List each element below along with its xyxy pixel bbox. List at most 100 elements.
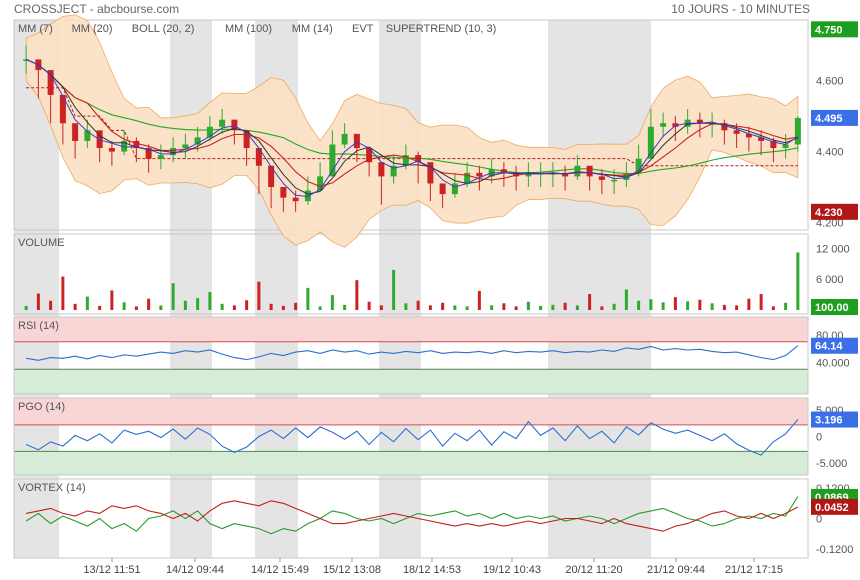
volume-bar — [453, 305, 457, 310]
volume-bar — [294, 302, 298, 310]
legend-item-3: MM (100) — [225, 23, 272, 35]
volume-bar — [563, 302, 567, 310]
y-tick-label: 0 — [816, 432, 822, 444]
session-shade — [379, 20, 421, 558]
volume-bar — [208, 292, 212, 310]
candle-body — [451, 183, 458, 195]
x-tick-label: 19/12 10:43 — [483, 564, 541, 576]
volume-bar — [343, 304, 347, 310]
legend-item-1: MM (20) — [72, 23, 113, 35]
volume-bar — [183, 300, 187, 310]
volume-bar — [36, 293, 40, 310]
volume-bar — [232, 305, 236, 310]
volume-bar — [134, 306, 138, 310]
rsi-overbought-zone — [14, 317, 808, 342]
volume-bar — [392, 269, 396, 310]
x-tick-label: 20/12 11:20 — [565, 564, 622, 576]
volume-badge: 100.00 — [815, 302, 849, 314]
candle-body — [108, 148, 115, 152]
candle-body — [439, 183, 446, 195]
session-shade — [548, 20, 590, 558]
volume-bar — [661, 302, 665, 310]
candle-body — [782, 144, 789, 149]
volume-bar — [722, 304, 726, 310]
y-tick-label: 0 — [816, 514, 822, 526]
candle-body — [329, 144, 336, 177]
volume-bar — [220, 303, 224, 310]
volume-bar — [171, 283, 175, 310]
pgo-lower-zone — [14, 451, 808, 475]
pgo-upper-zone — [14, 398, 808, 425]
volume-bar — [159, 305, 163, 310]
candle-body — [219, 119, 226, 127]
volume-bar — [747, 298, 751, 310]
volume-bar — [61, 276, 65, 310]
volume-bar — [269, 303, 273, 310]
candle-body — [72, 123, 79, 141]
candle-body — [660, 123, 667, 127]
volume-bar — [551, 304, 555, 310]
volume-bar — [24, 305, 28, 310]
volume-bar — [539, 305, 543, 310]
x-tick-label: 14/12 09:44 — [166, 564, 224, 576]
price-last-badge: 4.495 — [815, 113, 843, 125]
candle-body — [611, 179, 618, 182]
candle-body — [586, 165, 593, 177]
volume-bar — [502, 303, 506, 310]
volume-bar — [122, 302, 126, 310]
volume-bar — [673, 297, 677, 310]
candle-body — [464, 172, 471, 184]
volume-bar — [575, 305, 579, 310]
stock-chart: MM (7) MM (20) BOLL (20, 2) MM (100) MM (14)… — [13, 14, 858, 576]
candle-body — [353, 133, 360, 149]
legend-item-6: SUPERTREND (10, 3) — [386, 23, 496, 35]
volume-bar — [281, 305, 285, 310]
y-tick-label: 12 000 — [816, 243, 850, 255]
y-tick-label: 4.400 — [816, 147, 844, 159]
pgo-badge: 3.196 — [815, 415, 843, 427]
volume-bar — [624, 289, 628, 310]
volume-bar — [306, 287, 310, 310]
y-tick-label: 40.000 — [816, 357, 850, 369]
volume-bar — [637, 300, 641, 310]
volume-bar — [355, 280, 359, 310]
legend-item-4: MM (14) — [292, 23, 333, 35]
volume-bar — [735, 305, 739, 310]
volume-bar — [196, 298, 200, 310]
price-high-badge: 4.750 — [815, 24, 843, 36]
x-tick-label: 13/12 11:51 — [83, 564, 140, 576]
legend-item-0: MM (7) — [18, 23, 53, 35]
volume-bar — [257, 281, 261, 310]
y-tick-label: -0.1200 — [816, 544, 853, 556]
volume-bar — [245, 300, 249, 310]
y-tick-label: -5.000 — [816, 458, 847, 470]
x-tick-label: 18/12 14:53 — [403, 564, 461, 576]
candle-body — [378, 162, 385, 177]
pgo-label: PGO (14) — [18, 401, 65, 413]
price-legend: MM (7) MM (20) BOLL (20, 2) MM (100) MM (14)… — [18, 23, 496, 35]
volume-bar — [318, 306, 322, 310]
volume-bar — [477, 290, 481, 310]
candle-body — [733, 130, 740, 134]
volume-bar — [771, 306, 775, 310]
volume-bar — [428, 305, 432, 310]
volume-bar — [600, 306, 604, 310]
candle-body — [182, 144, 189, 149]
volume-bar — [686, 301, 690, 310]
candle-body — [280, 187, 287, 198]
volume-bar — [85, 296, 89, 310]
candle-body — [574, 165, 581, 177]
volume-label: VOLUME — [18, 237, 64, 249]
volume-bar — [526, 301, 530, 310]
candle-body — [292, 197, 299, 202]
volume-bar — [588, 294, 592, 310]
volume-bar — [796, 252, 800, 310]
volume-bar — [784, 302, 788, 310]
candle-body — [341, 133, 348, 145]
volume-bar — [465, 306, 469, 310]
vortex-label: VORTEX (14) — [18, 482, 86, 494]
candle-body — [157, 155, 164, 159]
volume-bar — [441, 302, 445, 310]
volume-bar — [98, 305, 102, 310]
legend-item-2: BOLL (20, 2) — [132, 23, 195, 35]
